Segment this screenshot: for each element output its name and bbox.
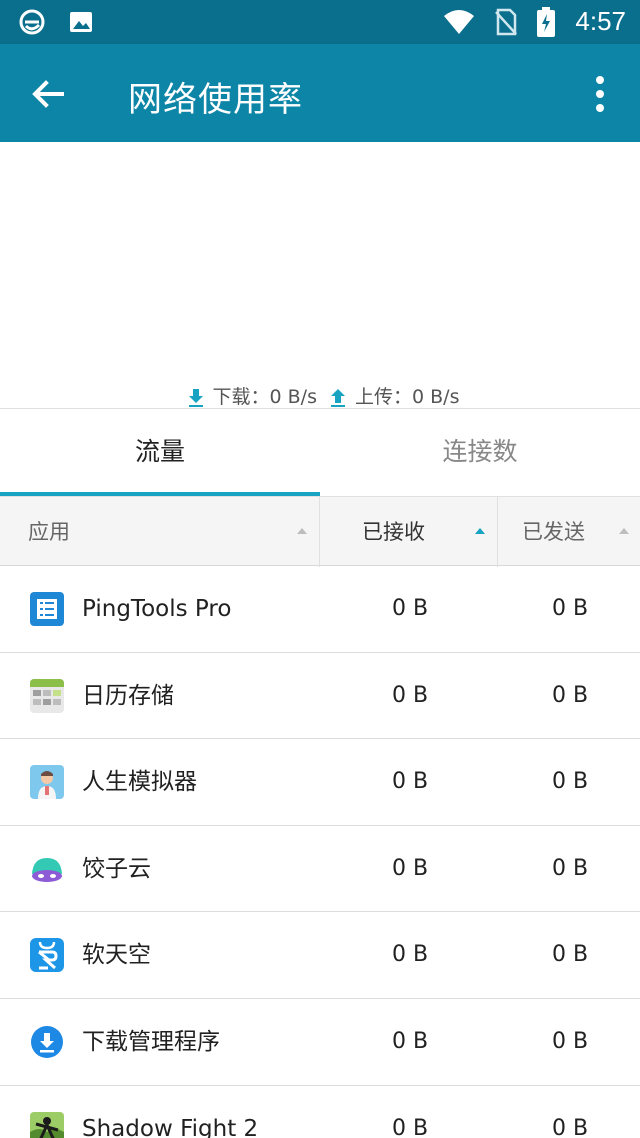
page-title: 网络使用率 [128,80,303,120]
upload-arrow-icon [331,388,346,407]
app-name: Shadow Fight 2 [82,1115,259,1138]
table-row[interactable]: 软天空 0 B 0 B [0,912,640,999]
pingtools-icon [30,592,64,626]
column-divider [497,497,498,567]
browser-e-icon [19,9,45,35]
column-app[interactable]: 应用 [28,497,70,567]
table-row[interactable]: PingTools Pro 0 B 0 B [0,566,640,653]
received-value: 0 B [391,942,429,968]
sort-app-icon [296,497,308,567]
status-bar: 4:57 [0,0,640,44]
ruantiankong-icon [30,938,64,973]
received-value: 0 B [391,596,429,621]
app-bar: 网络使用率 [0,44,640,142]
download-speed: 下载：0 B/s [212,386,317,408]
table-row[interactable]: 饺子云 0 B 0 B [0,826,640,913]
tab-connections[interactable]: 连接数 [320,409,640,496]
download-manager-icon [31,1025,63,1058]
sort-received-icon [474,497,486,567]
table-row[interactable]: 日历存储 0 B 0 B [0,653,640,740]
no-sim-icon [495,8,518,35]
app-name: 饺子云 [82,855,151,882]
upload-speed: 上传：0 B/s [355,386,460,408]
life-simulator-icon [30,765,64,800]
jiaoziyun-icon [30,851,64,886]
column-received[interactable]: 已接收 [362,497,425,567]
app-name: PingTools Pro [82,596,232,622]
sent-value: 0 B [551,855,589,881]
sent-value: 0 B [551,1115,589,1138]
received-value: 0 B [391,769,429,795]
clock: 4:57 [575,6,626,36]
back-arrow-icon[interactable] [24,70,72,118]
image-notification-icon [70,12,92,32]
sent-value: 0 B [551,682,589,708]
wifi-icon [444,9,475,34]
table-row[interactable]: 人生模拟器 0 B 0 B [0,739,640,826]
table-header: 应用 已接收 已发送 [0,496,640,567]
download-arrow-icon [188,388,203,407]
received-value: 0 B [391,1028,429,1054]
table-row[interactable]: 下载管理程序 0 B 0 B [0,999,640,1086]
sent-value: 0 B [551,1028,589,1054]
sent-value: 0 B [551,942,589,968]
received-value: 0 B [391,682,429,708]
received-value: 0 B [391,855,429,881]
app-list: PingTools Pro 0 B 0 B 日历存储 0 B 0 B 人生模拟器… [0,566,640,1138]
sent-value: 0 B [551,596,589,621]
app-name: 日历存储 [82,682,174,709]
battery-charging-icon [537,6,556,37]
traffic-graph [0,142,640,408]
tab-traffic[interactable]: 流量 [0,409,320,496]
sent-value: 0 B [551,769,589,795]
column-divider [319,497,320,567]
received-value: 0 B [391,1115,429,1138]
app-name: 软天空 [82,942,151,969]
tab-bar: 流量 连接数 [0,408,640,496]
calendar-storage-icon [30,678,64,713]
more-options-icon[interactable] [582,70,618,118]
column-sent[interactable]: 已发送 [522,497,585,567]
shadow-fight-icon [30,1111,64,1138]
app-name: 下载管理程序 [82,1028,220,1055]
speed-summary: 下载：0 B/s 上传：0 B/s [0,382,640,409]
table-row[interactable]: Shadow Fight 2 0 B 0 B [0,1086,640,1138]
sort-sent-icon [618,497,630,567]
app-name: 人生模拟器 [82,769,197,796]
